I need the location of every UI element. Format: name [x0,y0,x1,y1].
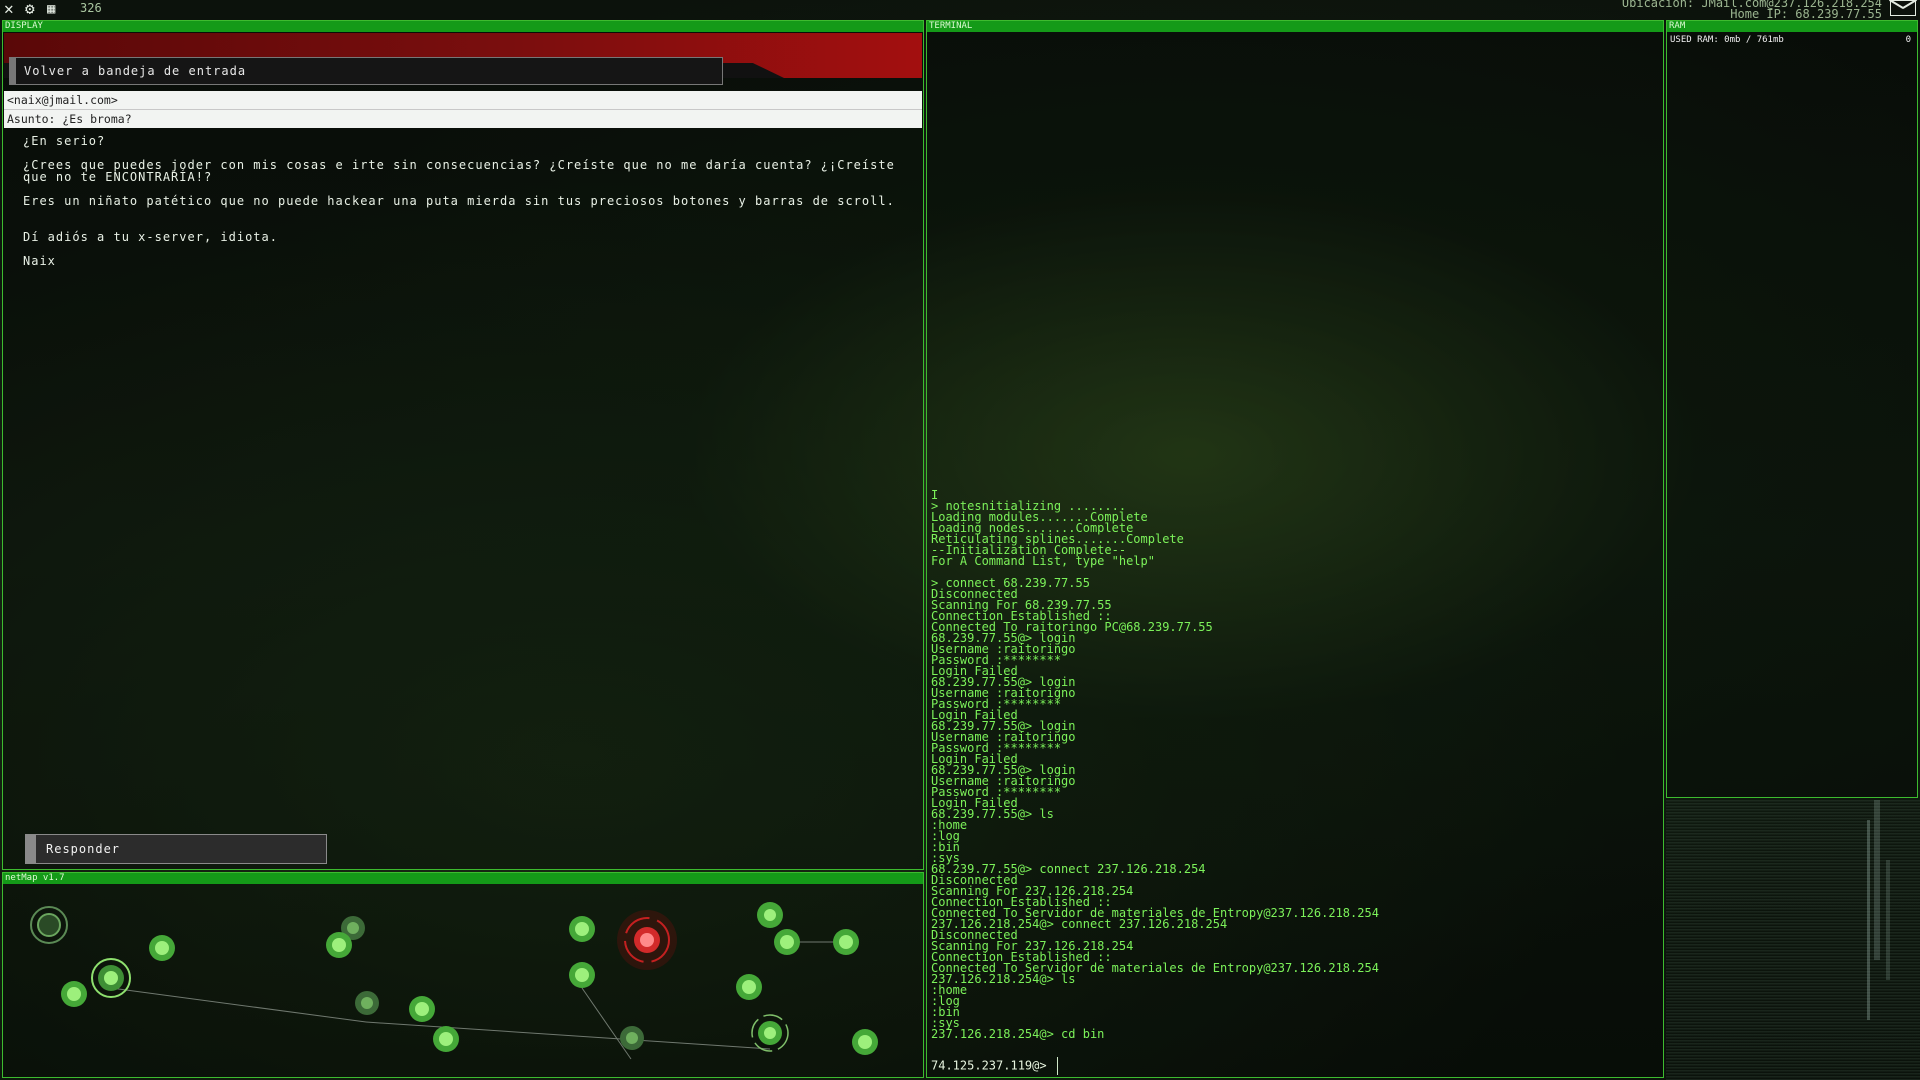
terminal-line: 237.126.218.254@> connect 237.126.218.25… [931,917,1228,931]
terminal-line: :log [931,994,960,1008]
save-icon[interactable]: ▦ [47,1,55,17]
terminal-line: For A Command List, type "help" [931,554,1155,568]
terminal-line: > connect 68.239.77.55 [931,576,1090,590]
glitch-effect [1666,800,1920,1080]
netmap-nodes [30,902,878,1055]
terminal-line: 68.239.77.55@> connect 237.126.218.254 [931,862,1206,876]
terminal-line: Password :******** [931,741,1062,755]
terminal-line: :log [931,829,960,843]
netmap-node[interactable] [326,932,352,958]
email-paragraph: ¿Crees que puedes joder con mis cosas e … [23,158,895,184]
netmap-node[interactable] [409,996,435,1022]
display-panel: DISPLAY Volver a bandeja de entrada <nai… [2,20,924,870]
netmap-node[interactable] [774,929,800,955]
email-meta: <naix@jmail.com> Asunto: ¿Es broma? [4,91,922,128]
netmap-node[interactable] [355,991,379,1015]
email-subject: Asunto: ¿Es broma? [4,109,922,128]
netmap-node[interactable] [569,962,595,988]
netmap-node[interactable] [833,929,859,955]
netmap-graph [30,902,878,1060]
email-body: ¿En serio? ¿Crees que puedes joder con m… [23,135,903,279]
prompt-text: 74.125.237.119@> [931,1058,1047,1073]
location-info: Ubicacion: JMail.com@237.126.218.254 Hom… [1622,0,1882,20]
terminal-line: Password :******** [931,785,1062,799]
netmap-node[interactable] [569,916,595,942]
terminal-line: :bin [931,840,960,854]
terminal-line: :home [931,983,968,997]
terminal-line: :bin [931,1005,960,1019]
netmap-node[interactable] [91,958,131,998]
netmap-node[interactable] [751,1014,789,1052]
mail-icon[interactable] [1890,0,1916,16]
reply-button[interactable]: Responder [25,834,327,864]
text-cursor [1056,1057,1058,1075]
terminal-panel[interactable]: TERMINAL I > notesnitializing ........ Loa… [926,20,1664,1078]
netmap-node[interactable] [852,1029,878,1055]
email-paragraph: ¿En serio? [23,134,106,148]
terminal-line: 68.239.77.55@> ls [931,807,1054,821]
email-paragraph: Dí adiós a tu x-server, idiota. [23,230,278,244]
back-to-inbox-button[interactable]: Volver a bandeja de entrada [9,57,723,85]
terminal-line: 237.126.218.254@> ls [931,972,1076,986]
terminal-line: Password :******** [931,697,1062,711]
netmap-panel: netMap v1.7 [2,872,924,1078]
terminal-title: TERMINAL [927,21,1663,32]
ram-panel: RAM USED RAM: 0mb / 761mb 0 [1666,20,1918,798]
terminal-line: :home [931,818,968,832]
netmap-node[interactable] [149,935,175,961]
email-from: <naix@jmail.com> [7,93,118,107]
home-ip-line: Home IP: 68.239.77.55 [1730,7,1882,21]
email-signature: Naix [23,254,56,268]
gear-icon[interactable]: ⚙ [25,1,35,17]
netmap-node[interactable] [433,1026,459,1052]
netmap-node[interactable] [61,981,87,1007]
netmap-node[interactable] [736,974,762,1000]
terminal-line: Password :******** [931,653,1062,667]
counter-value: 326 [80,1,102,15]
terminal-line: 237.126.218.254@> cd bin [931,1027,1105,1041]
terminal-output: I > notesnitializing ........ Loading modu… [931,489,1661,1041]
ram-value: 0 [1905,35,1911,45]
terminal-prompt[interactable]: 74.125.237.119@> [931,1057,1058,1075]
email-paragraph: Eres un niñato patético que no puede hac… [23,194,895,208]
top-bar: ✕ ⚙ ▦ 326 Ubicacion: JMail.com@237.126.2… [0,0,1920,20]
netmap-node[interactable] [620,1026,644,1050]
display-title: DISPLAY [3,21,923,32]
netmap-current-node[interactable] [617,910,677,970]
netmap-home-node[interactable] [30,906,68,944]
close-icon[interactable]: ✕ [4,1,14,17]
ram-used-label: USED RAM: 0mb / 761mb [1670,35,1784,45]
netmap-node[interactable] [757,902,783,928]
ram-title: RAM [1667,21,1917,32]
